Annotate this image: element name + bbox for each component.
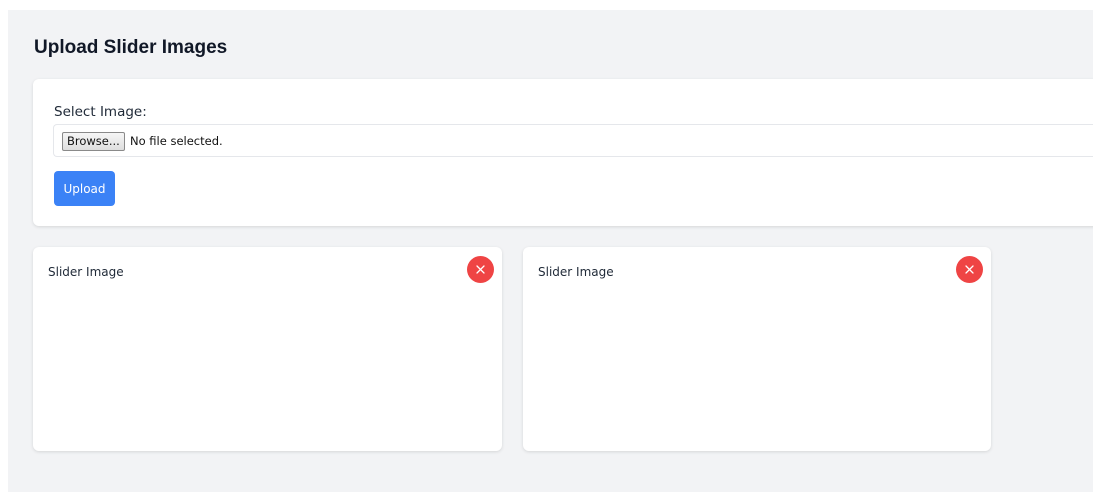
slider-image-label: Slider Image [538, 265, 614, 279]
select-image-label: Select Image: [54, 104, 147, 120]
browse-button[interactable]: Browse... [62, 132, 125, 151]
slider-image-label: Slider Image [48, 265, 124, 279]
close-icon [476, 265, 485, 274]
delete-slider-button[interactable] [467, 256, 494, 283]
file-input[interactable]: Browse... No file selected. [53, 124, 1093, 157]
delete-slider-button[interactable] [956, 256, 983, 283]
file-status-text: No file selected. [130, 134, 223, 148]
page-container: Upload Slider Images Select Image: Brows… [8, 10, 1093, 492]
upload-button[interactable]: Upload [54, 171, 115, 206]
page-title: Upload Slider Images [34, 37, 228, 58]
close-icon [965, 265, 974, 274]
slider-image-card: Slider Image [33, 247, 502, 451]
upload-form-card: Select Image: Browse... No file selected… [33, 79, 1093, 226]
slider-image-card: Slider Image [523, 247, 991, 451]
